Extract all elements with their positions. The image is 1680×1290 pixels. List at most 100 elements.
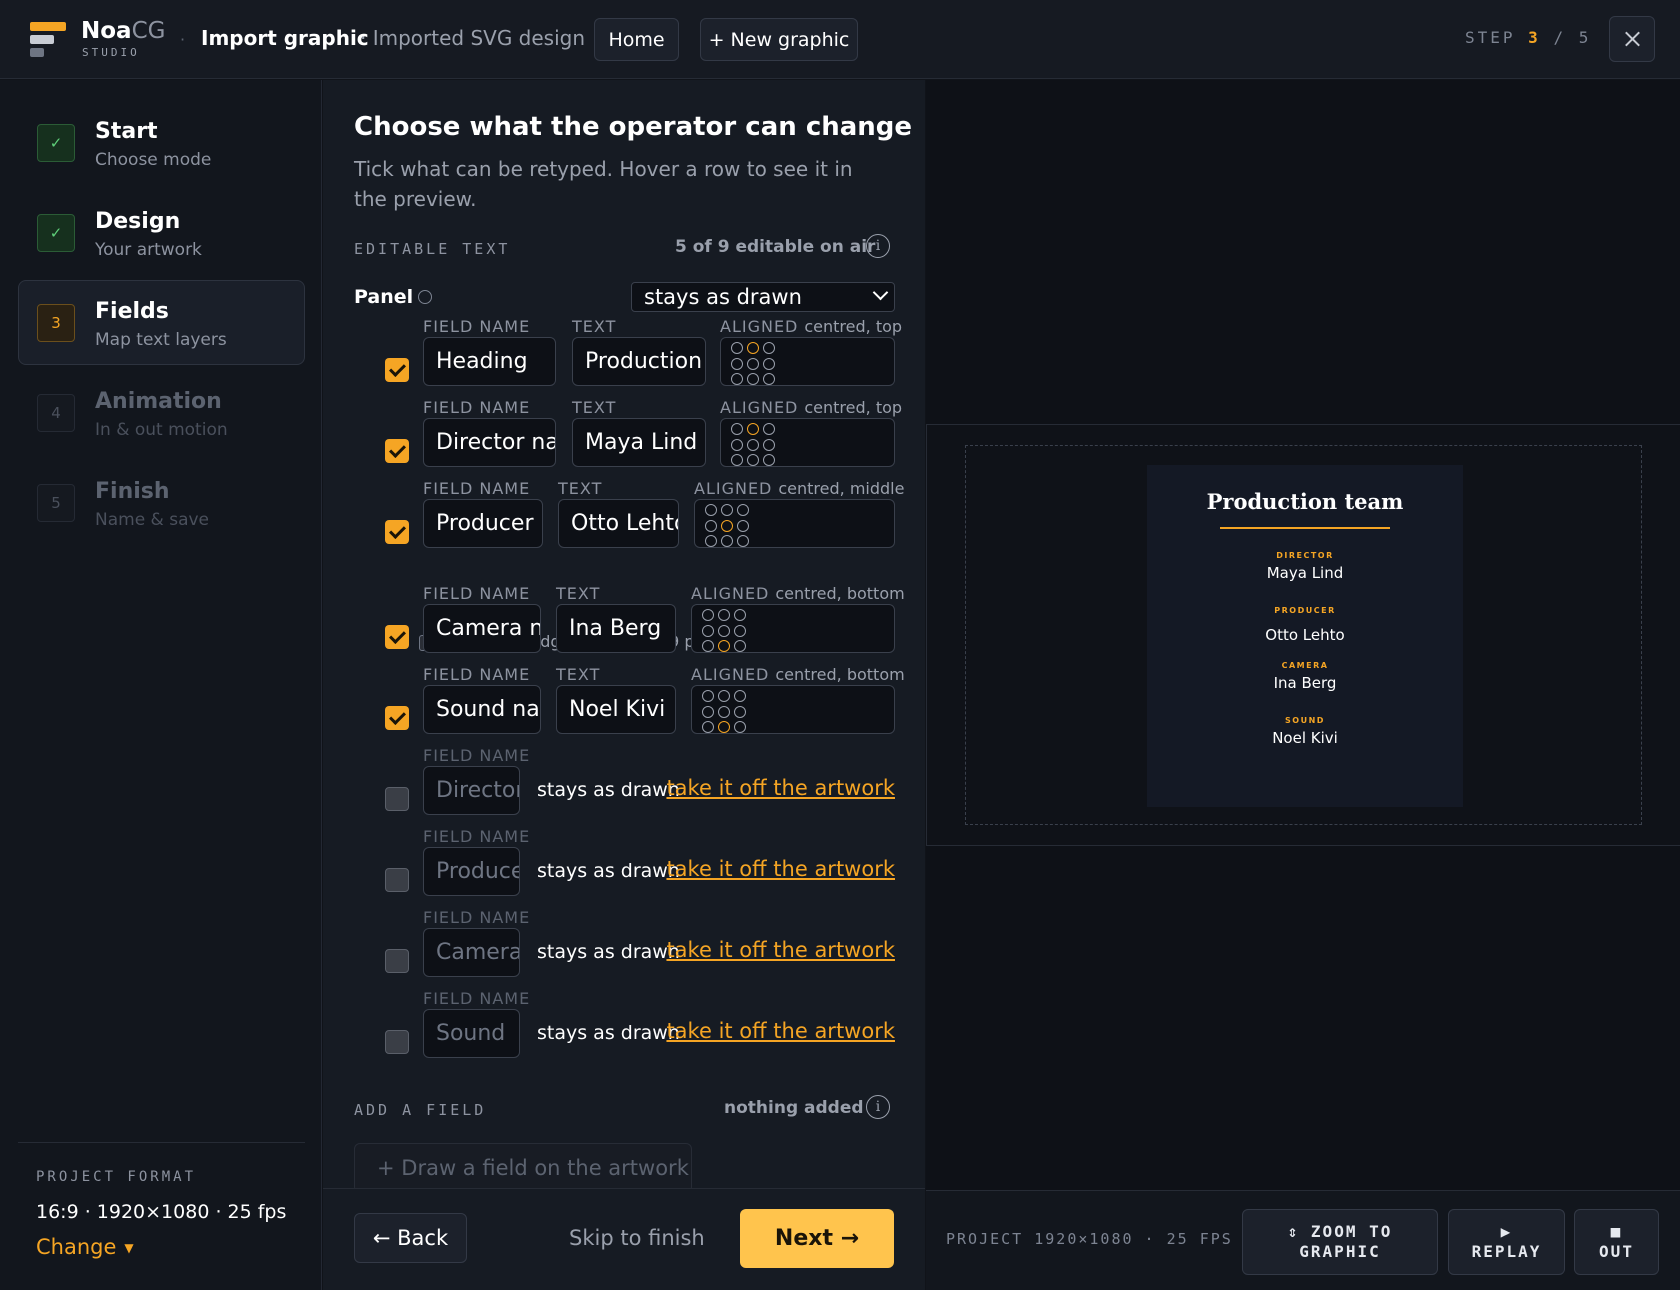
align-dot-icon[interactable] <box>734 609 746 621</box>
align-dot-icon[interactable] <box>718 705 730 718</box>
text-input[interactable]: Maya Lind <box>572 418 706 467</box>
text-label: TEXT <box>572 317 617 336</box>
field-name-input[interactable]: Heading <box>423 337 556 386</box>
align-dot-icon[interactable] <box>747 373 759 385</box>
align-dot-icon[interactable] <box>718 640 730 652</box>
editable-checkbox[interactable] <box>385 520 409 544</box>
editable-checkbox[interactable] <box>385 787 409 811</box>
align-dot-icon[interactable] <box>705 504 717 516</box>
home-button[interactable]: Home <box>594 18 679 61</box>
info-icon[interactable]: i <box>866 1095 890 1119</box>
align-dot-icon[interactable] <box>721 535 733 547</box>
graphic-card[interactable]: Production team DIRECTOR Maya Lind PRODU… <box>1147 465 1463 807</box>
text-input[interactable]: Ina Berg <box>556 604 676 653</box>
page-title: Import graphic <box>201 26 369 50</box>
zoom-to-graphic-button[interactable]: ⇕ ZOOM TO GRAPHIC <box>1242 1209 1438 1275</box>
field-name-input[interactable]: Producer name <box>423 499 543 548</box>
alignment-picker[interactable] <box>694 499 895 548</box>
align-dot-icon[interactable] <box>747 454 759 466</box>
align-dot-icon[interactable] <box>731 438 743 451</box>
align-dot-icon[interactable] <box>763 342 775 354</box>
replay-button[interactable]: ▶ REPLAY <box>1448 1209 1565 1275</box>
align-dot-icon[interactable] <box>731 454 743 466</box>
align-dot-icon[interactable] <box>718 721 730 733</box>
align-dot-icon[interactable] <box>747 357 759 370</box>
back-button[interactable]: ← Back <box>354 1213 467 1263</box>
out-button[interactable]: ■ OUT <box>1574 1209 1659 1275</box>
text-input[interactable]: Noel Kivi <box>556 685 676 734</box>
align-dot-icon[interactable] <box>737 519 749 532</box>
align-dot-icon[interactable] <box>763 454 775 466</box>
align-dot-icon[interactable] <box>702 640 714 652</box>
logo-wordmark: NoaCG <box>81 18 166 44</box>
take-off-artwork-link[interactable]: take it off the artwork <box>666 1019 895 1043</box>
align-dot-icon[interactable] <box>734 640 746 652</box>
field-name-input[interactable]: Director name <box>423 418 556 467</box>
change-format-button[interactable]: Change ▼ <box>36 1235 134 1259</box>
align-dot-icon[interactable] <box>747 423 759 435</box>
next-button[interactable]: Next → <box>740 1209 894 1268</box>
align-dot-icon[interactable] <box>731 342 743 354</box>
align-dot-icon[interactable] <box>734 624 746 637</box>
new-graphic-button[interactable]: + New graphic <box>700 18 858 61</box>
editable-checkbox[interactable] <box>385 1030 409 1054</box>
close-icon[interactable] <box>1609 16 1655 62</box>
align-dot-icon[interactable] <box>734 705 746 718</box>
info-icon[interactable]: i <box>866 234 890 258</box>
align-dot-icon[interactable] <box>763 423 775 435</box>
take-off-artwork-link[interactable]: take it off the artwork <box>666 776 895 800</box>
radio-icon[interactable] <box>418 290 432 304</box>
field-name-input[interactable]: Camera <box>423 928 520 977</box>
align-dot-icon[interactable] <box>731 357 743 370</box>
step-design[interactable]: ✓ Design Your artwork <box>18 190 305 275</box>
align-dot-icon[interactable] <box>747 342 759 354</box>
align-dot-icon[interactable] <box>747 438 759 451</box>
editable-checkbox[interactable] <box>385 868 409 892</box>
align-dot-icon[interactable] <box>702 721 714 733</box>
take-off-artwork-link[interactable]: take it off the artwork <box>666 857 895 881</box>
align-dot-icon[interactable] <box>734 721 746 733</box>
align-dot-icon[interactable] <box>763 357 775 370</box>
text-input[interactable]: Production team <box>572 337 706 386</box>
field-name-input[interactable]: Director <box>423 766 520 815</box>
alignment-picker[interactable] <box>720 418 895 467</box>
step-start[interactable]: ✓ Start Choose mode <box>18 100 305 185</box>
align-dot-icon[interactable] <box>702 690 714 702</box>
field-name-input[interactable]: Camera name <box>423 604 541 653</box>
editable-checkbox[interactable] <box>385 706 409 730</box>
panel-mode-select[interactable]: stays as drawn <box>631 282 895 312</box>
align-dot-icon[interactable] <box>763 438 775 451</box>
align-dot-icon[interactable] <box>718 690 730 702</box>
align-dot-icon[interactable] <box>702 705 714 718</box>
align-dot-icon[interactable] <box>705 535 717 547</box>
align-dot-icon[interactable] <box>721 504 733 516</box>
alignment-picker[interactable] <box>720 337 895 386</box>
take-off-artwork-link[interactable]: take it off the artwork <box>666 938 895 962</box>
step-fields[interactable]: 3 Fields Map text layers <box>18 280 305 365</box>
align-dot-icon[interactable] <box>763 373 775 385</box>
alignment-picker[interactable] <box>691 685 895 734</box>
text-input[interactable]: Otto Lehto <box>558 499 679 548</box>
field-name-input[interactable]: Producer <box>423 847 520 896</box>
editable-checkbox[interactable] <box>385 358 409 382</box>
editable-checkbox[interactable] <box>385 949 409 973</box>
skip-to-finish-button[interactable]: Skip to finish <box>569 1226 705 1250</box>
field-name-input[interactable]: Sound name <box>423 685 541 734</box>
align-dot-icon[interactable] <box>731 373 743 385</box>
align-dot-icon[interactable] <box>718 609 730 621</box>
editable-checkbox[interactable] <box>385 625 409 649</box>
editable-checkbox[interactable] <box>385 439 409 463</box>
align-dot-icon[interactable] <box>718 624 730 637</box>
alignment-picker[interactable] <box>691 604 895 653</box>
draw-field-button[interactable]: + Draw a field on the artwork <box>354 1143 692 1193</box>
align-dot-icon[interactable] <box>702 609 714 621</box>
align-dot-icon[interactable] <box>737 504 749 516</box>
align-dot-icon[interactable] <box>731 423 743 435</box>
field-name-label: FIELD NAME <box>423 908 531 927</box>
align-dot-icon[interactable] <box>734 690 746 702</box>
align-dot-icon[interactable] <box>721 519 733 532</box>
align-dot-icon[interactable] <box>702 624 714 637</box>
align-dot-icon[interactable] <box>737 535 749 547</box>
align-dot-icon[interactable] <box>705 519 717 532</box>
field-name-input[interactable]: Sound <box>423 1009 520 1058</box>
